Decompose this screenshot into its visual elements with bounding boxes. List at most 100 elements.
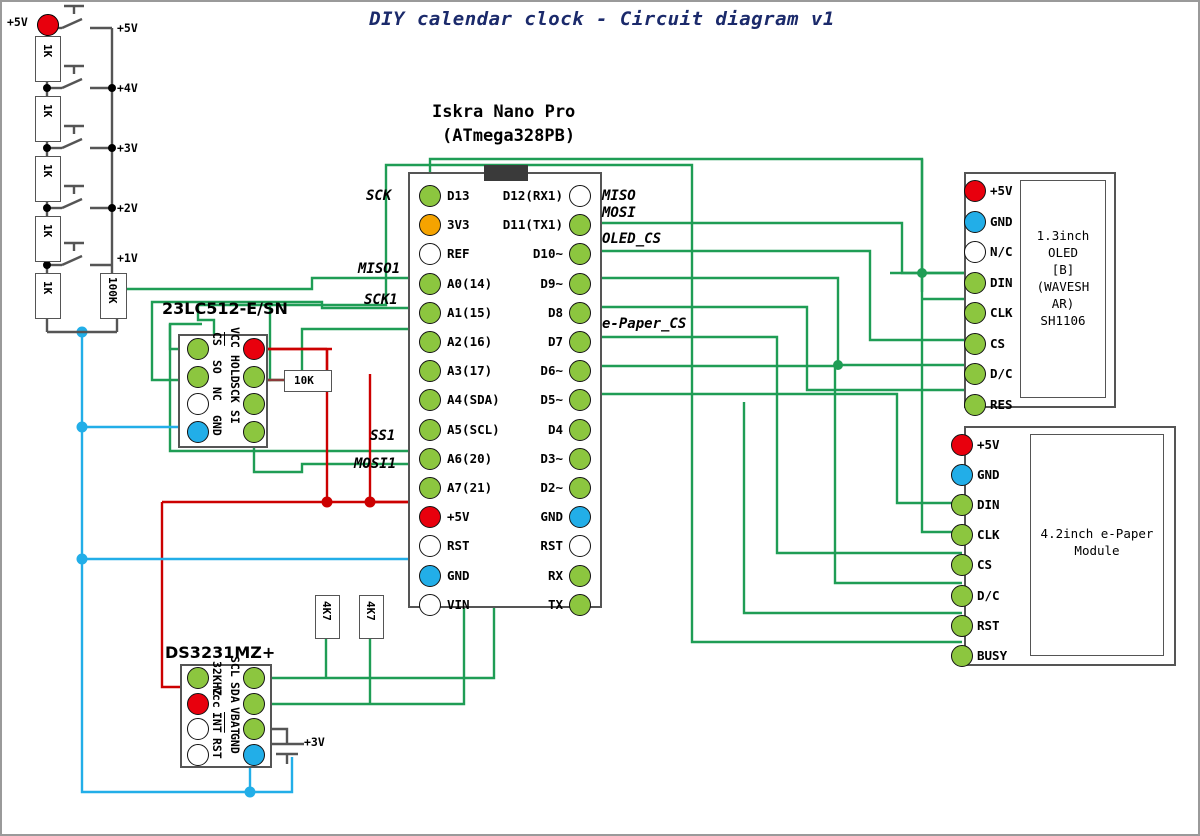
rtc-pin-sda[interactable] [243, 692, 265, 715]
board-pin-d2-[interactable] [569, 477, 591, 499]
epaper-pin-rst[interactable] [951, 614, 973, 637]
board-pin-label-r-14: TX [547, 596, 563, 612]
epaper-pin-label-5: D/C [977, 587, 1000, 603]
sram-pin-si[interactable] [243, 420, 265, 443]
oled-pin-d-c[interactable] [964, 363, 986, 385]
board-pin-label-r-3: D9~ [540, 275, 563, 291]
board-pin-d3-[interactable] [569, 447, 591, 470]
board-pin-d8[interactable] [569, 301, 591, 324]
signal-label-sck: SCK [366, 188, 392, 204]
oled-pin-res[interactable] [964, 393, 986, 416]
sram-pin-label-r-2: SCK [228, 382, 242, 403]
board-pin-label-r-10: D2~ [540, 480, 563, 495]
oled-pin-gnd[interactable] [964, 210, 986, 233]
sram-pin-so[interactable] [187, 365, 209, 388]
epaper-body-text: 4.2inch e-Paper Module [1040, 526, 1154, 558]
rtc-pin-label-r-3: GND [228, 732, 242, 754]
signal-label-epaper-cs: e-Paper_CS [602, 316, 687, 332]
epaper-pin-label-3: CLK [977, 527, 1000, 543]
epaper-pin-gnd[interactable] [951, 464, 973, 487]
signal-label-ss1: SS1 [370, 428, 396, 444]
resistor-4k7-scl: 4K7 [315, 595, 340, 639]
usb-connector [484, 165, 528, 181]
oled-body-text: 1.3inch OLED [B] (WAVESH AR) SH1106 [1036, 228, 1090, 328]
oled-pin-label-4: CLK [990, 305, 1013, 320]
board-pin-label-r-1: D11(TX1) [502, 217, 563, 233]
oled-pin-label-5: CS [990, 335, 1006, 351]
board-title: Iskra Nano Pro [432, 102, 576, 122]
rtc-pin-int[interactable] [187, 718, 209, 740]
oled-pin-n-c[interactable] [964, 241, 986, 263]
epaper-pin-label-1: GND [977, 467, 1000, 483]
sram-pin-gnd[interactable] [187, 420, 209, 443]
signal-label-mosi: MOSI [602, 205, 636, 221]
rtc-pin-label-2: INT [210, 712, 224, 733]
sram-pin-label-r-0: VCC [228, 327, 242, 348]
tap-label-5v: +5V [117, 21, 138, 35]
epaper-pin-label-0: +5V [977, 437, 1000, 452]
signal-label-sck1: SCK1 [364, 292, 398, 308]
rtc-pin-32khz[interactable] [187, 667, 209, 689]
circuit-diagram-canvas: DIY calendar clock - Circuit diagram v1 [0, 0, 1200, 836]
rtc-pin-label-r-0: SCL [228, 656, 242, 677]
signal-label-oled-cs: OLED_CS [602, 231, 662, 247]
rtc-pin-scl[interactable] [243, 667, 265, 689]
sram-pin-label-r-3: SI [228, 409, 242, 424]
sram-pin-label-2: NC [210, 387, 224, 402]
board-pin-label-r-9: D3~ [540, 450, 563, 466]
resistor-4k7-sda: 4K7 [359, 595, 384, 639]
oled-pin-label-0: +5V [990, 183, 1013, 198]
signal-label-miso1: MISO1 [358, 261, 401, 277]
pushbutton-4v[interactable] [62, 66, 90, 92]
sram-pin-vcc[interactable] [243, 338, 265, 360]
epaper-pin-+5v[interactable] [951, 434, 973, 456]
ladder-supply-label: +5V [7, 15, 28, 29]
oled-pin-label-7: RES [990, 396, 1013, 412]
board-pin-tx[interactable] [569, 593, 591, 616]
board-pin-label-r-13: RX [547, 567, 563, 583]
signal-label-miso: MISO [602, 188, 636, 204]
board-pin-d12-rx1-[interactable] [569, 185, 591, 207]
epaper-pin-label-6: RST [977, 617, 1000, 633]
board-pin-label-r-6: D6~ [540, 363, 563, 379]
sram-pin-hold[interactable] [243, 365, 265, 388]
pushbutton-5v[interactable] [62, 6, 90, 32]
pushbutton-3v[interactable] [62, 126, 90, 152]
oled-pin-label-2: N/C [990, 244, 1013, 259]
epaper-pin-label-2: DIN [977, 497, 1000, 513]
board-pin-d9-[interactable] [569, 272, 591, 295]
epaper-pin-d-c[interactable] [951, 584, 973, 607]
rtc-pin-vbat[interactable] [243, 718, 265, 740]
rtc-pin-label-r-1: SDA [228, 681, 242, 703]
epaper-pin-label-4: CS [977, 557, 993, 573]
rtc-pin-label-1: Vcc [210, 686, 224, 708]
oled-pin-clk[interactable] [964, 302, 986, 324]
rtc-pin-vcc[interactable] [187, 692, 209, 715]
oled-pin-label-6: D/C [990, 366, 1013, 381]
rtc-pin-gnd[interactable] [243, 743, 265, 766]
tap-label-4v: +4V [117, 81, 138, 95]
tap-label-3v: +3V [117, 141, 138, 155]
signal-label-mosi1: MOSI1 [354, 456, 397, 472]
board-pin-label-r-12: RST [540, 538, 563, 554]
board-pin-rx[interactable] [569, 564, 591, 587]
board-pin-label-r-7: D5~ [540, 392, 563, 408]
board-pin-label-r-0: D12(RX1) [502, 188, 563, 203]
oled-pin-label-1: GND [990, 213, 1013, 229]
oled-pin-cs[interactable] [964, 332, 986, 355]
resistor-1k-2: 1K [35, 96, 61, 142]
epaper-pin-busy[interactable] [951, 644, 973, 667]
board-pin-d4[interactable] [569, 418, 591, 441]
board-pin-d7[interactable] [569, 331, 591, 353]
board-mcu: (ATmega328PB) [442, 126, 576, 146]
oled-pin-din[interactable] [964, 271, 986, 294]
tap-label-2v: +2V [117, 201, 138, 215]
oled-pin-label-3: DIN [990, 274, 1013, 290]
rtc-pin-rst[interactable] [187, 743, 209, 766]
oled-pin-+5v[interactable] [964, 180, 986, 202]
sram-title: 23LC512-E/SN [162, 299, 288, 318]
board-pin-label-r-8: D4 [547, 421, 563, 437]
sram-pin-cs[interactable] [187, 338, 209, 360]
rtc-title: DS3231MZ+ [165, 643, 276, 662]
board-pin-label-r-5: D7 [547, 334, 563, 349]
